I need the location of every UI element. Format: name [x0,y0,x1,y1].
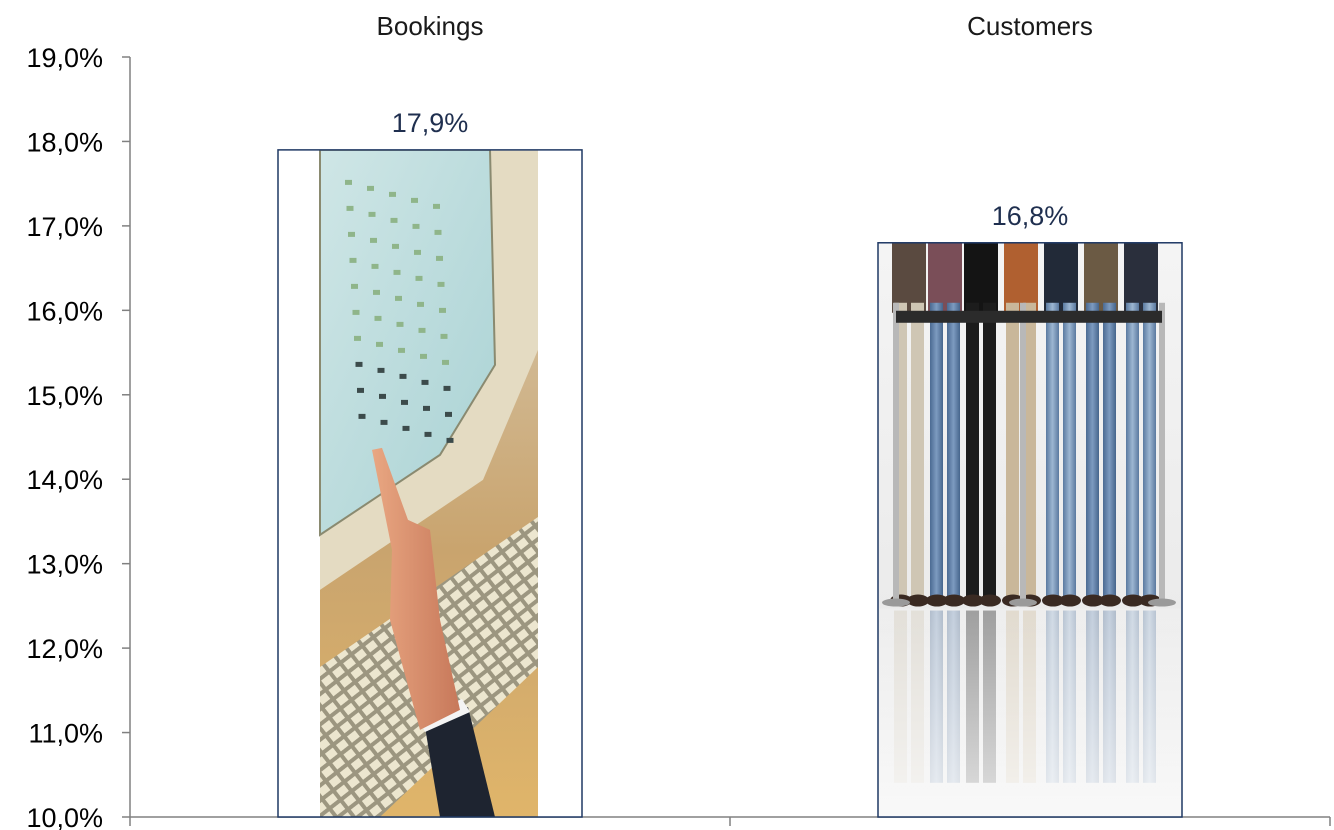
category-label-bookings: Bookings [377,11,484,41]
y-tick-label: 14,0% [26,465,103,495]
x-axis-category-ticks [129,817,1331,826]
data-label-bookings: 17,9% [392,108,469,138]
y-axis-ticks: 10,0% 11,0% 12,0% 13,0% 14,0% 15,0% 16,0% 17,0%… [26,43,130,830]
y-tick-label: 13,0% [26,550,103,580]
bar-bookings-picture [278,149,582,817]
y-tick-label: 18,0% [26,127,103,157]
y-tick-label: 19,0% [26,43,103,73]
data-label-customers: 16,8% [992,201,1069,231]
y-tick-label: 15,0% [26,381,103,411]
bar-customers-picture [878,242,1182,817]
y-tick-label: 12,0% [26,634,103,664]
y-tick-label: 16,0% [26,296,103,326]
bar-chart: 10,0% 11,0% 12,0% 13,0% 14,0% 15,0% 16,0% 17,0%… [26,11,1331,830]
y-tick-label: 17,0% [26,212,103,242]
y-tick-label: 10,0% [26,803,103,830]
category-label-customers: Customers [967,11,1093,41]
y-tick-label: 11,0% [28,719,103,749]
